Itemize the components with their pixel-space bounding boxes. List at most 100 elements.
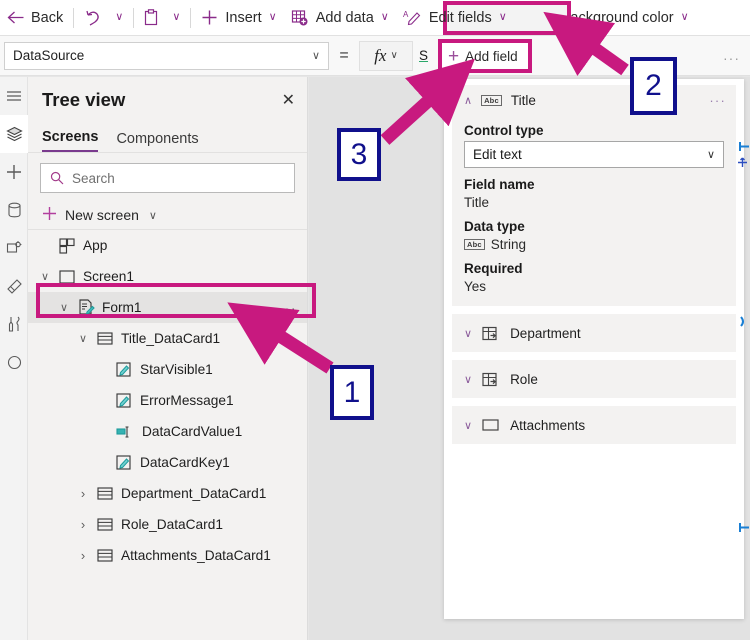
field-card-role[interactable]: ∨ Role [452,360,736,398]
paste-icon [144,9,158,26]
tools-icon[interactable] [0,305,28,343]
background-color-label: Background color [560,9,674,26]
tab-components[interactable]: Components [116,131,198,152]
chevron-down-icon: ∨ [268,11,277,23]
datacard-icon [97,518,114,531]
data-type-value: String [490,237,527,252]
fx-button[interactable]: fx ∨ [359,40,413,71]
chevron-down-icon[interactable]: ∨ [38,270,52,283]
separator [73,7,75,28]
chevron-right-icon[interactable]: › [76,517,90,532]
media-icon[interactable] [0,229,28,267]
chevron-down-icon: ∨ [115,11,124,23]
paste-dropdown[interactable]: ∨ [165,0,187,36]
search-input[interactable]: Search [40,163,295,193]
tree-node-label: App [83,238,108,253]
tree-node-errormessage1[interactable]: ErrorMessage1 [28,385,307,416]
tab-screens[interactable]: Screens [42,129,99,152]
data-type-label: Data type [464,219,525,234]
menu-icon[interactable] [0,77,28,115]
separator [190,7,192,28]
control-type-value: Edit text [473,147,522,162]
tree-node-label: StarVisible1 [140,362,213,377]
tree-node-title_datacard1[interactable]: ∨ Title_DataCard1 [28,323,307,354]
textinput-icon [116,425,135,438]
back-button[interactable]: Back [0,0,70,36]
field-card-header[interactable]: ∧ Abc Title ··· [452,85,736,116]
theme-icon[interactable] [0,267,28,305]
fields-panel: ∧ Abc Title ··· Control type Edit text ∨… [444,79,744,619]
tree-node-app[interactable]: App [28,230,307,261]
page-title: Tree view [42,89,126,110]
collapsed-field-list: ∨ Department ∨ Role ∨ Attachments [444,314,744,444]
command-bar: Back ∨ ∨ Insert ∨ Add data ∨ A Edit fiel… [0,0,750,36]
node-options-icon[interactable]: ··· [279,300,298,316]
chevron-down-icon[interactable]: ∨ [76,332,90,345]
chevron-down-icon[interactable]: ∨ [57,301,71,314]
datacard-icon [97,549,114,562]
callout-3: 3 [337,128,381,181]
tree-node-label: DataCardKey1 [140,455,230,470]
new-screen-label: New screen [65,207,139,223]
chevron-right-icon[interactable]: › [76,548,90,563]
tree-node-screen1[interactable]: ∨ Screen1 [28,261,307,292]
plus-icon [42,206,57,224]
tree-node-department_datacard1[interactable]: › Department_DataCard1 [28,478,307,509]
chevron-down-icon: ∨ [311,50,320,62]
chevron-down-icon: ∨ [464,327,473,340]
property-dropdown[interactable]: DataSource ∨ [4,41,329,70]
new-screen-button[interactable]: New screen ∨ [28,199,307,229]
tree-node-datacardkey1[interactable]: DataCardKey1 [28,447,307,478]
chevron-right-icon[interactable]: › [76,486,90,501]
edit-fields-button[interactable]: A Edit fields ∨ [396,0,514,36]
paste-button[interactable] [137,0,165,36]
selection-handle-move[interactable] [737,155,748,173]
formula-overflow-icon[interactable]: ··· [723,50,740,66]
tree-node-datacardvalue1[interactable]: DataCardValue1 [28,416,307,447]
undo-dropdown[interactable]: ∨ [108,0,130,36]
field-card-label: Department [510,325,581,341]
tree-view-icon[interactable] [0,115,28,153]
data-icon[interactable] [0,191,28,229]
separator [133,7,135,28]
tree-node-role_datacard1[interactable]: › Role_DataCard1 [28,509,307,540]
control-type-dropdown[interactable]: Edit text ∨ [464,141,724,168]
callout-1: 1 [330,365,374,420]
left-icon-rail [0,77,28,640]
lookup-icon [482,372,500,387]
tree-node-list: App ∨ Screen1 ∨ Form1 ··· ∨ Title_DataCard1 Star… [28,230,307,571]
insert-button[interactable]: Insert ∨ [194,0,283,36]
tree-node-label: ErrorMessage1 [140,393,234,408]
abc-badge-icon: Abc [464,238,485,251]
chevron-down-icon: ∨ [390,50,398,61]
edit-fields-label: Edit fields [428,9,492,26]
add-field-button[interactable]: + Add field [438,39,532,73]
field-card-department[interactable]: ∨ Department [452,314,736,352]
plus-icon: + [448,45,460,67]
tree-view-panel: Tree view ✕ Screens Components Search Ne… [28,77,308,640]
edit-fields-icon: A [403,9,422,26]
close-icon[interactable]: ✕ [282,90,295,110]
insert-icon[interactable] [0,153,28,191]
tree-view-header: Tree view ✕ [28,77,307,123]
selection-handle-middle[interactable] [739,314,750,332]
more-icon[interactable] [0,343,28,381]
selection-handle-bottom[interactable] [739,520,750,538]
field-options-icon[interactable]: ··· [709,93,726,108]
field-card-attachments[interactable]: ∨ Attachments [452,406,736,444]
chevron-down-icon: ∨ [172,11,181,23]
app-icon [59,237,76,254]
tree-node-form1[interactable]: ∨ Form1 ··· [28,292,307,323]
attachment-icon [482,418,500,432]
tree-node-label: Role_DataCard1 [121,517,223,532]
label-icon [116,392,133,409]
tree-node-attachments_datacard1[interactable]: › Attachments_DataCard1 [28,540,307,571]
add-field-label: Add field [465,48,518,64]
undo-button[interactable] [77,0,108,36]
fx-label: fx [374,45,387,65]
power-apps-studio-window: Back ∨ ∨ Insert ∨ Add data ∨ A Edit fiel… [0,0,750,640]
label-icon [116,454,133,471]
add-data-button[interactable]: Add data ∨ [284,0,396,36]
tree-node-starvisible1[interactable]: StarVisible1 [28,354,307,385]
search-row: Search [28,153,307,199]
